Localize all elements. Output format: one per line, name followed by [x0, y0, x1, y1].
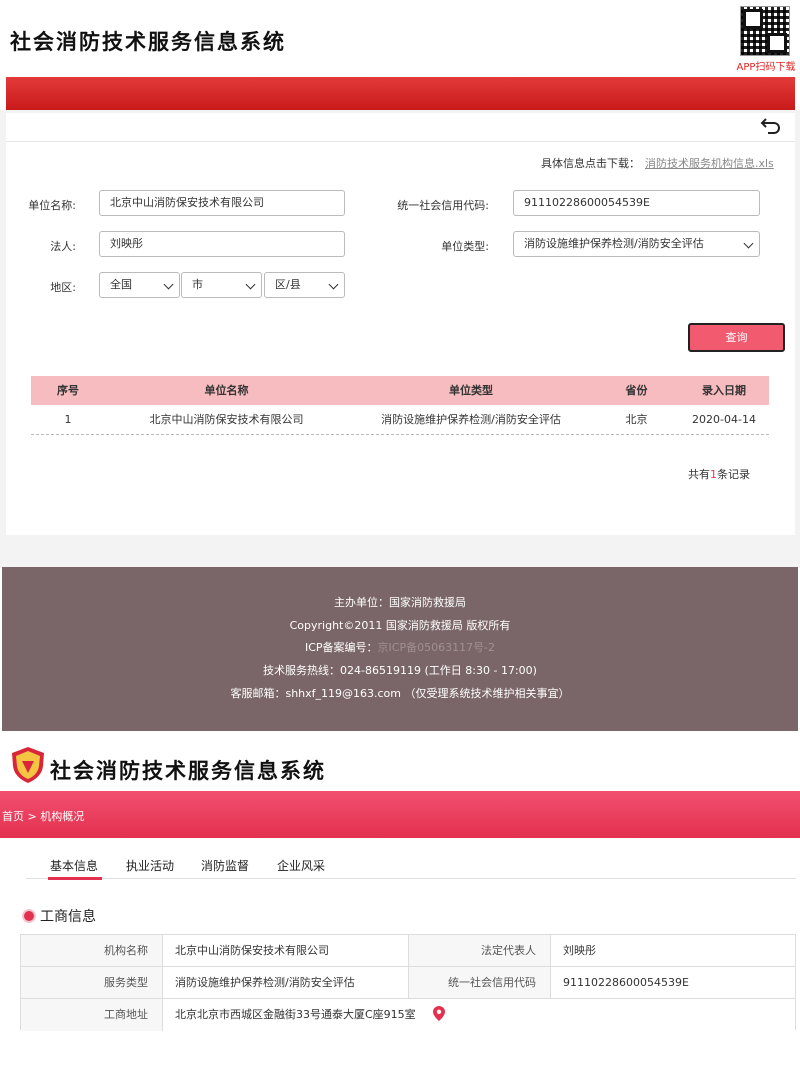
- chevron-down-icon: [245, 279, 256, 290]
- tab-basic-info[interactable]: 基本信息: [50, 857, 98, 874]
- footer-icp-link[interactable]: 京ICP备05063117号-2: [378, 641, 496, 654]
- unit-type-label: 单位类型:: [441, 240, 489, 253]
- breadcrumb[interactable]: 首页 > 机构概况: [2, 808, 84, 824]
- region-city-select[interactable]: 市: [181, 272, 262, 298]
- tab-bar-line: [26, 878, 796, 879]
- unit-type-value: 消防设施维护保养检测/消防安全评估: [524, 237, 704, 250]
- cell-unit-name[interactable]: 北京中山消防保安技术有限公司: [105, 405, 348, 434]
- chevron-down-icon: [328, 279, 339, 290]
- search-panel: [6, 113, 795, 535]
- panel-divider: [6, 141, 795, 142]
- footer-hotline: 技术服务热线：024-86519119 (工作日 8:30 - 17:00): [263, 664, 537, 677]
- cell-province: 北京: [625, 413, 648, 426]
- detail-title: 社会消防技术服务信息系统: [50, 758, 326, 783]
- org-name-value: 北京中山消防保安技术有限公司: [163, 935, 409, 967]
- region-county-select[interactable]: 区/县: [264, 272, 345, 298]
- footer-email: 客服邮箱：shhxf_119@163.com （仅受理系统技术维护相关事宜）: [230, 687, 570, 700]
- section-bullet-icon: [24, 911, 34, 921]
- footer-icp-label: ICP备案编号：: [304, 641, 378, 654]
- back-arrow-icon[interactable]: [760, 116, 784, 136]
- address-value: 北京北京市西城区金融街33号通泰大厦C座915室: [175, 1008, 416, 1021]
- address-label: 工商地址: [21, 999, 163, 1031]
- total-suffix: 条记录: [717, 468, 750, 481]
- header-banner: [6, 77, 795, 110]
- credit-code-input[interactable]: 91110228600054539E: [513, 190, 760, 216]
- chevron-down-icon: [743, 238, 754, 249]
- legal-person-label: 法人:: [50, 240, 76, 253]
- location-pin-svg: [433, 1006, 446, 1021]
- cell-index: 1: [64, 413, 72, 426]
- row-separator: [31, 434, 769, 435]
- org-name-label: 机构名称: [21, 935, 163, 967]
- total-count: 1: [710, 468, 717, 481]
- page-title: 社会消防技术服务信息系统: [10, 29, 286, 54]
- region-label: 地区:: [50, 281, 76, 294]
- total-records: 共有1条记录: [688, 466, 750, 482]
- back-arrow-svg: [760, 118, 780, 134]
- tab-fire-supervision[interactable]: 消防监督: [201, 857, 249, 874]
- detail-banner: [0, 791, 800, 838]
- footer-icp: ICP备案编号：京ICP备05063117号-2: [2, 639, 798, 655]
- location-pin-icon[interactable]: [433, 1002, 446, 1021]
- download-link[interactable]: 消防技术服务机构信息.xls: [645, 155, 774, 171]
- unit-name-label: 单位名称:: [28, 199, 76, 212]
- query-button[interactable]: 查询: [688, 323, 785, 352]
- unit-type-select[interactable]: 消防设施维护保养检测/消防安全评估: [513, 231, 760, 257]
- footer-copyright: Copyright©2011 国家消防救援局 版权所有: [289, 619, 511, 632]
- legal-person-input[interactable]: 刘映彤: [99, 231, 345, 257]
- column-header-date: 录入日期: [702, 384, 746, 397]
- credit-code-detail-label: 统一社会信用代码: [409, 967, 551, 999]
- legal-rep-label: 法定代表人: [409, 935, 551, 967]
- service-type-value: 消防设施维护保养检测/消防安全评估: [163, 967, 409, 999]
- active-tab-indicator: [48, 877, 102, 880]
- site-footer: 主办单位：国家消防救援局 Copyright©2011 国家消防救援局 版权所有…: [2, 567, 798, 731]
- results-table-header: 序号 单位名称 单位类型 省份 录入日期: [31, 376, 769, 405]
- cell-unit-type: 消防设施维护保养检测/消防安全评估: [381, 413, 561, 426]
- footer-host: 主办单位：国家消防救援局: [334, 596, 466, 609]
- section-title: 工商信息: [40, 909, 96, 925]
- download-text: 具体信息点击下载：: [541, 157, 640, 170]
- region-county-value: 区/县: [275, 278, 301, 291]
- region-country-select[interactable]: 全国: [99, 272, 180, 298]
- qr-download-label: APP扫码下载: [736, 62, 796, 73]
- business-info-table: 机构名称 北京中山消防保安技术有限公司 法定代表人 刘映彤 服务类型 消防设施维…: [20, 934, 796, 1031]
- credit-code-label: 统一社会信用代码:: [397, 199, 489, 212]
- credit-code-detail-value: 91110228600054539E: [551, 967, 795, 999]
- column-header-unit-name: 单位名称: [204, 384, 249, 397]
- service-type-label: 服务类型: [21, 967, 163, 999]
- region-country-value: 全国: [110, 278, 132, 291]
- chevron-down-icon: [163, 279, 174, 290]
- region-city-value: 市: [192, 278, 203, 291]
- tab-company-profile[interactable]: 企业风采: [277, 857, 325, 874]
- unit-name-input[interactable]: 北京中山消防保安技术有限公司: [99, 190, 345, 216]
- address-cell: 北京北京市西城区金融街33号通泰大厦C座915室: [163, 999, 795, 1031]
- shield-logo-icon: [10, 746, 46, 784]
- column-header-province: 省份: [625, 384, 648, 397]
- legal-rep-value: 刘映彤: [551, 935, 795, 967]
- qr-code-icon[interactable]: [740, 6, 790, 56]
- total-prefix: 共有: [688, 468, 710, 481]
- shield-logo-svg: [12, 747, 44, 783]
- column-header-unit-type: 单位类型: [449, 384, 493, 397]
- cell-date: 2020-04-14: [692, 413, 756, 426]
- tab-practice-activities[interactable]: 执业活动: [126, 857, 174, 874]
- column-header-index: 序号: [57, 384, 79, 397]
